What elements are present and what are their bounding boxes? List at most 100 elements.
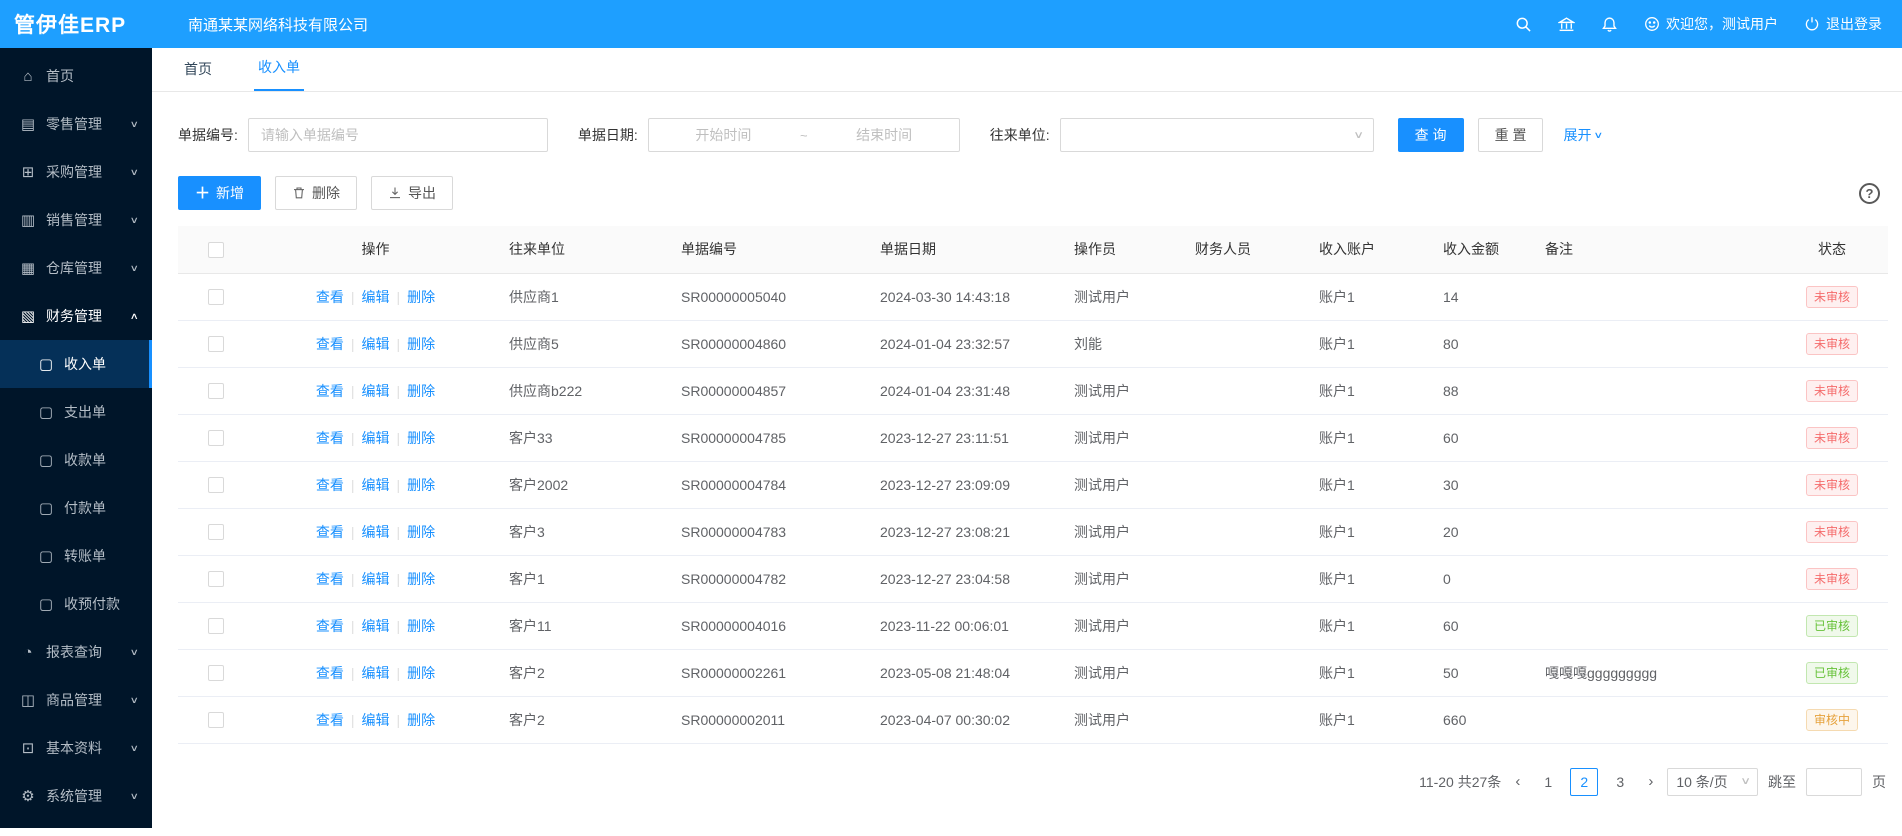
delete-link[interactable]: 删除 — [407, 383, 435, 399]
doc-no-cell: SR00000005040 — [669, 273, 868, 320]
welcome-user[interactable]: 欢迎您，测试用户 — [1644, 14, 1778, 34]
edit-link[interactable]: 编辑 — [362, 336, 390, 352]
logout-button[interactable]: 退出登录 — [1804, 14, 1882, 34]
date-start-input[interactable] — [649, 120, 798, 150]
row-checkbox[interactable] — [208, 712, 224, 728]
action-separator: | — [397, 383, 401, 399]
app-logo: 管伊佳ERP — [14, 9, 152, 39]
edit-link[interactable]: 编辑 — [362, 665, 390, 681]
view-link[interactable]: 查看 — [316, 665, 344, 681]
edit-link[interactable]: 编辑 — [362, 712, 390, 728]
delete-button[interactable]: 删除 — [275, 176, 357, 210]
row-checkbox[interactable] — [208, 665, 224, 681]
bell-icon[interactable] — [1601, 16, 1618, 33]
delete-link[interactable]: 删除 — [407, 665, 435, 681]
delete-link[interactable]: 删除 — [407, 336, 435, 352]
page-number-1[interactable]: 1 — [1534, 768, 1562, 796]
sidebar-item-报表查询[interactable]: ◔报表查询∨ — [0, 628, 152, 676]
row-checkbox[interactable] — [208, 477, 224, 493]
sidebar-item-基本资料[interactable]: ⊡基本资料∨ — [0, 724, 152, 772]
view-link[interactable]: 查看 — [316, 571, 344, 587]
edit-link[interactable]: 编辑 — [362, 289, 390, 305]
delete-link[interactable]: 删除 — [407, 477, 435, 493]
sidebar-item-label: 支出单 — [64, 402, 106, 422]
amount-cell: 660 — [1431, 696, 1533, 743]
view-link[interactable]: 查看 — [316, 383, 344, 399]
view-link[interactable]: 查看 — [316, 289, 344, 305]
account-cell: 账户1 — [1307, 602, 1431, 649]
doc-icon: ▢ — [38, 547, 54, 565]
operator-cell: 测试用户 — [1062, 367, 1183, 414]
sidebar-item-收预付款[interactable]: ▢收预付款 — [0, 580, 152, 628]
delete-link[interactable]: 删除 — [407, 524, 435, 540]
retail-icon: ▤ — [20, 115, 36, 133]
view-link[interactable]: 查看 — [316, 336, 344, 352]
view-link[interactable]: 查看 — [316, 524, 344, 540]
row-checkbox[interactable] — [208, 383, 224, 399]
sidebar-item-销售管理[interactable]: ▥销售管理∨ — [0, 196, 152, 244]
delete-link[interactable]: 删除 — [407, 712, 435, 728]
edit-link[interactable]: 编辑 — [362, 571, 390, 587]
sidebar-item-收入单[interactable]: ▢收入单 — [0, 340, 152, 388]
edit-link[interactable]: 编辑 — [362, 383, 390, 399]
sidebar-item-转账单[interactable]: ▢转账单 — [0, 532, 152, 580]
doc-no-input[interactable] — [248, 118, 548, 152]
edit-link[interactable]: 编辑 — [362, 618, 390, 634]
remark-cell — [1533, 414, 1776, 461]
home-icon: ⌂ — [20, 68, 36, 85]
edit-link[interactable]: 编辑 — [362, 430, 390, 446]
account-cell: 账户1 — [1307, 555, 1431, 602]
sidebar-item-付款单[interactable]: ▢付款单 — [0, 484, 152, 532]
row-checkbox[interactable] — [208, 618, 224, 634]
sidebar-item-采购管理[interactable]: ⊞采购管理∨ — [0, 148, 152, 196]
tab-bar: 首页 收入单 — [152, 48, 1902, 92]
tab-income[interactable]: 收入单 — [254, 57, 304, 91]
row-checkbox[interactable] — [208, 571, 224, 587]
row-checkbox[interactable] — [208, 336, 224, 352]
next-page-icon[interactable]: › — [1644, 773, 1657, 790]
sidebar-item-支出单[interactable]: ▢支出单 — [0, 388, 152, 436]
view-link[interactable]: 查看 — [316, 430, 344, 446]
delete-link[interactable]: 删除 — [407, 571, 435, 587]
sidebar-item-收款单[interactable]: ▢收款单 — [0, 436, 152, 484]
jump-page-input[interactable] — [1806, 768, 1862, 796]
sidebar-item-商品管理[interactable]: ◫商品管理∨ — [0, 676, 152, 724]
add-button[interactable]: ＋ 新增 — [178, 176, 261, 210]
page-number-2[interactable]: 2 — [1570, 768, 1598, 796]
download-icon — [388, 186, 402, 200]
sidebar-item-仓库管理[interactable]: ▦仓库管理∨ — [0, 244, 152, 292]
help-icon[interactable]: ? — [1859, 183, 1880, 204]
view-link[interactable]: 查看 — [316, 477, 344, 493]
status-badge: 已审核 — [1806, 615, 1858, 637]
sidebar-item-首页[interactable]: ⌂首页 — [0, 52, 152, 100]
page-size-select[interactable]: 10 条/页 ∨ — [1667, 768, 1758, 796]
date-end-input[interactable] — [810, 120, 959, 150]
partner-select[interactable]: ∨ — [1060, 118, 1374, 152]
search-button[interactable]: 查 询 — [1398, 118, 1464, 152]
bank-icon[interactable] — [1558, 16, 1575, 33]
delete-link[interactable]: 删除 — [407, 289, 435, 305]
page-number-3[interactable]: 3 — [1606, 768, 1634, 796]
prev-page-icon[interactable]: ‹ — [1511, 773, 1524, 790]
sidebar-item-系统管理[interactable]: ⚙系统管理∨ — [0, 772, 152, 820]
view-link[interactable]: 查看 — [316, 712, 344, 728]
view-link[interactable]: 查看 — [316, 618, 344, 634]
export-button[interactable]: 导出 — [371, 176, 453, 210]
row-checkbox[interactable] — [208, 289, 224, 305]
edit-link[interactable]: 编辑 — [362, 477, 390, 493]
row-checkbox[interactable] — [208, 524, 224, 540]
delete-link[interactable]: 删除 — [407, 618, 435, 634]
sidebar-item-零售管理[interactable]: ▤零售管理∨ — [0, 100, 152, 148]
date-range-picker[interactable]: ~ — [648, 118, 960, 152]
tab-home[interactable]: 首页 — [180, 59, 216, 91]
select-all-checkbox[interactable] — [208, 242, 224, 258]
edit-link[interactable]: 编辑 — [362, 524, 390, 540]
table-row: 查看|编辑|删除客户11SR000000040162023-11-22 00:0… — [178, 602, 1888, 649]
sidebar-item-财务管理[interactable]: ▧财务管理∧ — [0, 292, 152, 340]
expand-link[interactable]: 展开 ∨ — [1563, 125, 1602, 145]
partner-cell: 客户3 — [497, 508, 669, 555]
reset-button[interactable]: 重 置 — [1478, 118, 1544, 152]
search-icon[interactable] — [1515, 16, 1532, 33]
row-checkbox[interactable] — [208, 430, 224, 446]
delete-link[interactable]: 删除 — [407, 430, 435, 446]
